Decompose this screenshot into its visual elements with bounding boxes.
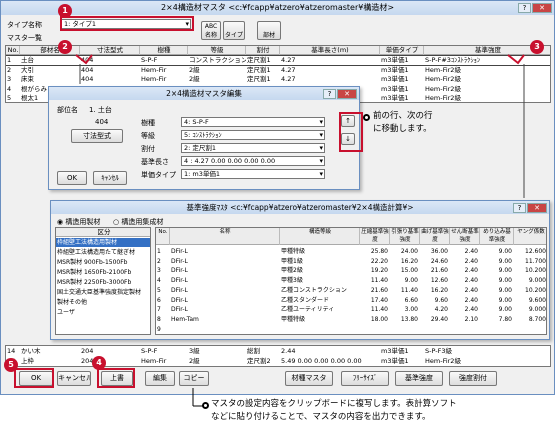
annotation-lines (75, 54, 525, 407)
note-arrows: 前の行、次の行 に移動します。 (373, 111, 433, 134)
note-copy: マスタの設定内容をクリップボードに複写します。表計算ソフト などに貼り付けること… (211, 399, 457, 422)
note-copy-bullet (202, 402, 209, 409)
note-arrows-bullet (363, 114, 370, 121)
